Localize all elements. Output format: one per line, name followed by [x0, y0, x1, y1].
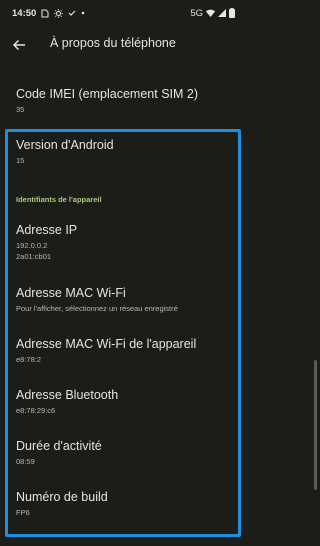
selection-highlight [5, 129, 241, 537]
pref-summary: Pour l'afficher, sélectionnez un réseau … [16, 304, 178, 314]
pref-build-number[interactable]: Numéro de build FP6 [16, 490, 231, 519]
battery-icon [229, 8, 235, 18]
status-bar: 14:50 5G [0, 0, 245, 26]
signal-icon [218, 9, 226, 17]
pref-uptime[interactable]: Durée d'activité 08:59 [16, 439, 231, 468]
status-time: 14:50 [12, 7, 37, 19]
pref-title: Durée d'activité [16, 439, 102, 453]
app-bar: À propos du téléphone [0, 28, 245, 62]
page-title: À propos du téléphone [50, 36, 176, 50]
wifi-icon [206, 9, 215, 17]
category-device-identifiers: Identifiants de l'appareil [16, 195, 102, 204]
pref-summary: 15 [16, 156, 25, 166]
check-icon [68, 9, 76, 17]
status-left: 14:50 [12, 8, 85, 19]
pref-title: Adresse IP [16, 223, 78, 237]
pref-summary: e8:78:2 [16, 355, 42, 365]
sim-icon [41, 9, 49, 18]
pref-title: Adresse MAC Wi-Fi [16, 286, 126, 300]
scrollbar[interactable] [314, 360, 317, 490]
pref-summary: FP6 [16, 508, 30, 518]
pref-summary: e8:78:29:c6 [16, 406, 56, 416]
pref-title: Adresse MAC Wi-Fi de l'appareil [16, 337, 197, 351]
pref-summary: 08:59 [16, 457, 35, 467]
pref-title: Version d'Android [16, 138, 114, 152]
pref-android-version[interactable]: Version d'Android 15 [16, 138, 231, 167]
pref-title: Numéro de build [16, 490, 108, 504]
pref-imei-sim2[interactable]: Code IMEI (emplacement SIM 2) 35 [16, 87, 231, 116]
pref-title: Code IMEI (emplacement SIM 2) [16, 87, 199, 101]
pref-summary: 35 [16, 105, 25, 115]
pref-bluetooth-address[interactable]: Adresse Bluetooth e8:78:29:c6 [16, 388, 231, 417]
pref-summary: 192.0.0.2 2a01:cb01 [16, 241, 52, 261]
arrow-back-icon[interactable] [10, 36, 28, 54]
network-type: 5G [190, 7, 203, 19]
dot-icon [81, 11, 85, 15]
pref-device-wifi-mac[interactable]: Adresse MAC Wi-Fi de l'appareil e8:78:2 [16, 337, 231, 366]
pref-title: Adresse Bluetooth [16, 388, 119, 402]
status-right: 5G [190, 8, 235, 19]
pref-wifi-mac[interactable]: Adresse MAC Wi-Fi Pour l'afficher, sélec… [16, 286, 231, 315]
pref-ip-address[interactable]: Adresse IP 192.0.0.2 2a01:cb01 [16, 223, 231, 262]
brightness-icon [54, 8, 64, 18]
